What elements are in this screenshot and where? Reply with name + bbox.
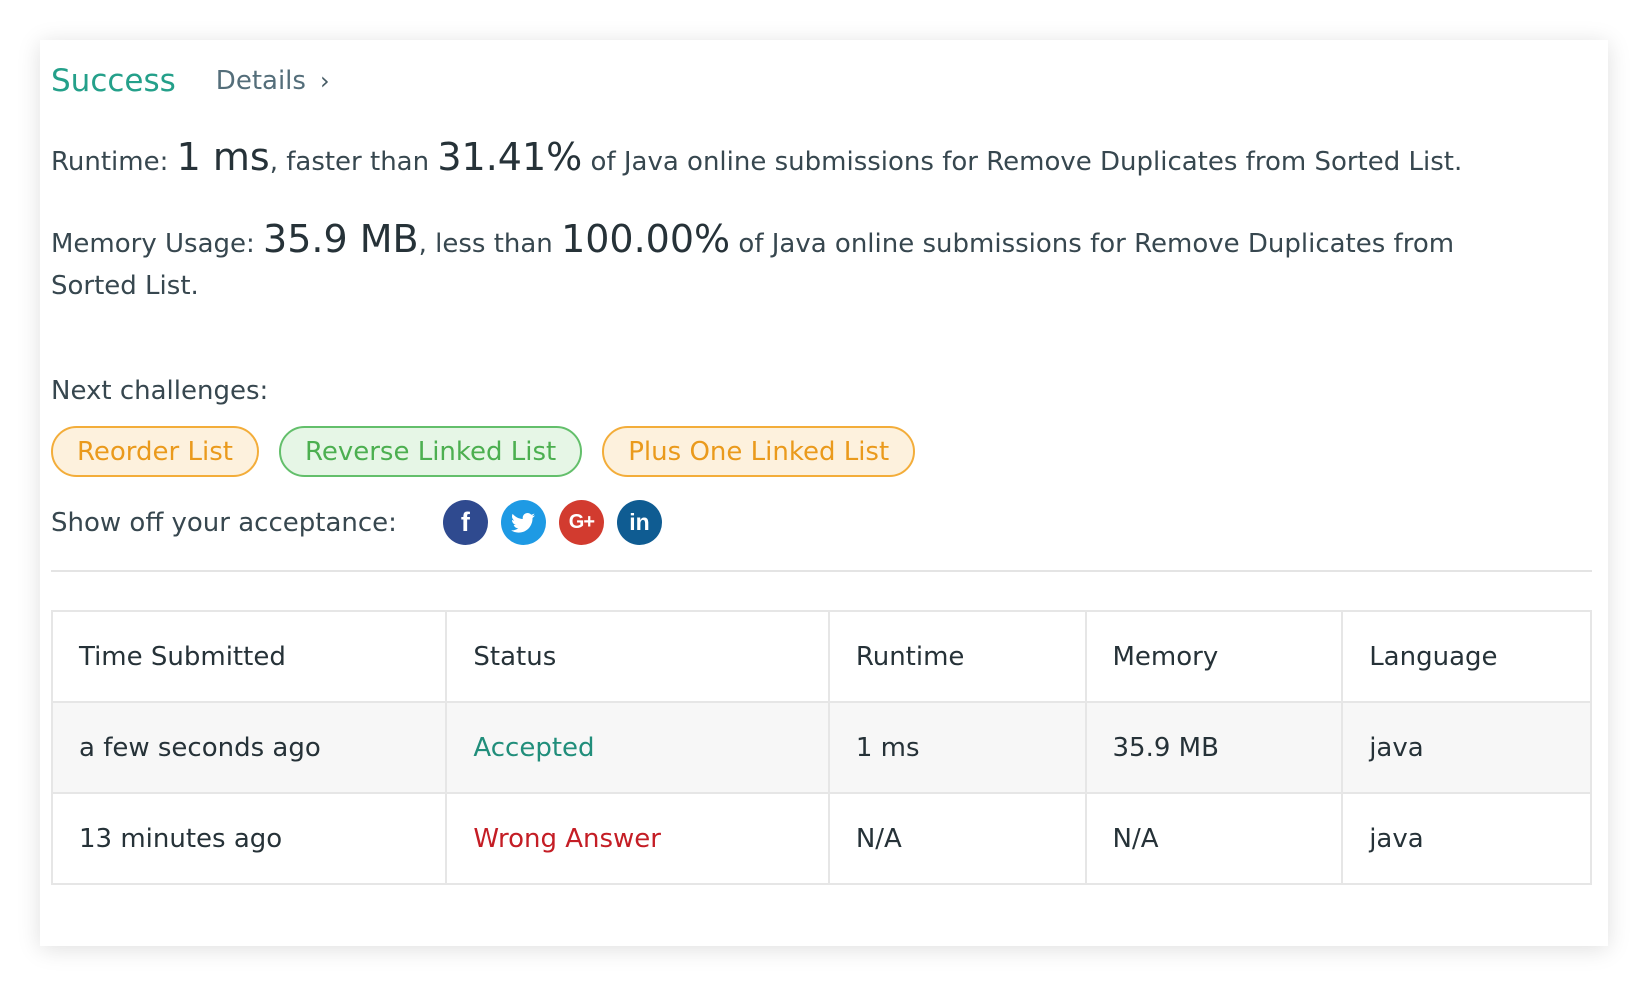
status-link-accepted[interactable]: Accepted xyxy=(473,733,594,763)
google-plus-icon[interactable]: G+ xyxy=(558,500,604,545)
table-header-row: Time Submitted Status Runtime Memory Lan… xyxy=(50,610,1592,703)
share-row: Show off your acceptance: f G+ in xyxy=(51,500,662,545)
cell-memory: 35.9 MB xyxy=(1084,701,1344,794)
challenge-reverse-linked-list[interactable]: Reverse Linked List xyxy=(278,426,583,477)
table-row: 13 minutes ago Wrong Answer N/A N/A java xyxy=(50,792,1592,885)
runtime-suffix: of Java online submissions for Remove Du… xyxy=(590,147,1463,177)
challenge-plus-one-linked-list[interactable]: Plus One Linked List xyxy=(602,426,916,477)
runtime-stat: Runtime: 1 ms, faster than 31.41% of Jav… xyxy=(51,136,1541,183)
result-header: Success Details › xyxy=(51,60,330,102)
runtime-percent: 31.41% xyxy=(437,135,583,179)
runtime-value: 1 ms xyxy=(176,135,270,179)
linkedin-icon[interactable]: in xyxy=(616,500,662,545)
share-label: Show off your acceptance: xyxy=(51,507,397,538)
result-status-title: Success xyxy=(51,63,176,99)
runtime-label: Runtime: xyxy=(51,147,169,177)
runtime-comparison: , faster than xyxy=(269,147,430,177)
cell-runtime: 1 ms xyxy=(827,701,1087,794)
challenge-reorder-list[interactable]: Reorder List xyxy=(51,426,259,477)
twitter-bird-glyph xyxy=(511,512,536,533)
google-plus-glyph: G+ xyxy=(568,511,595,533)
cell-memory: N/A xyxy=(1084,792,1344,885)
chevron-right-icon: › xyxy=(319,67,330,95)
linkedin-glyph: in xyxy=(629,509,650,535)
memory-suffix: of Java online submissions for Remove Du… xyxy=(51,229,1455,301)
cell-language: java xyxy=(1341,792,1592,885)
memory-percent: 100.00% xyxy=(561,217,731,261)
memory-value: 35.9 MB xyxy=(263,217,419,261)
header-language: Language xyxy=(1341,610,1592,703)
details-link[interactable]: Details › xyxy=(216,66,330,96)
next-challenges-label: Next challenges: xyxy=(51,376,269,406)
table-row: a few seconds ago Accepted 1 ms 35.9 MB … xyxy=(50,701,1592,794)
cell-time: 13 minutes ago xyxy=(50,792,448,885)
next-challenges-list: Reorder List Reverse Linked List Plus On… xyxy=(51,426,916,477)
memory-comparison: , less than xyxy=(418,229,553,259)
status-link-wrong-answer[interactable]: Wrong Answer xyxy=(473,824,661,854)
details-label: Details xyxy=(215,66,306,96)
cell-time: a few seconds ago xyxy=(50,701,448,794)
memory-stat: Memory Usage: 35.9 MB, less than 100.00%… xyxy=(51,218,1541,307)
facebook-icon[interactable]: f xyxy=(442,500,488,545)
cell-language: java xyxy=(1341,701,1592,794)
facebook-glyph: f xyxy=(460,507,470,537)
cell-status: Accepted xyxy=(445,701,830,794)
submissions-table: Time Submitted Status Runtime Memory Lan… xyxy=(50,610,1592,885)
cell-runtime: N/A xyxy=(827,792,1087,885)
cell-status: Wrong Answer xyxy=(445,792,830,885)
social-share-buttons: f G+ in xyxy=(442,500,662,545)
submission-result-card: Success Details › Runtime: 1 ms, faster … xyxy=(40,40,1608,946)
twitter-icon[interactable] xyxy=(500,500,546,545)
memory-label: Memory Usage: xyxy=(51,229,255,259)
header-time-submitted: Time Submitted xyxy=(50,610,448,703)
header-memory: Memory xyxy=(1084,610,1344,703)
section-divider xyxy=(51,570,1592,572)
header-runtime: Runtime xyxy=(827,610,1087,703)
header-status: Status xyxy=(445,610,830,703)
